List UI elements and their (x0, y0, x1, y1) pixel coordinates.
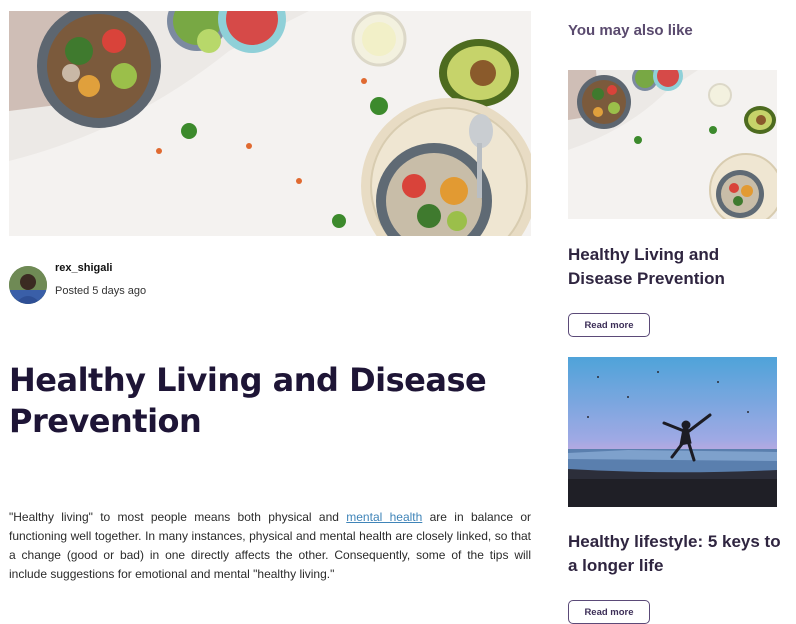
related-card-2-image[interactable] (568, 357, 777, 507)
related-card-1-title[interactable]: Healthy Living and Disease Prevention (568, 243, 783, 291)
author-avatar[interactable] (9, 266, 47, 304)
author-name[interactable]: rex_shigali (55, 262, 146, 274)
article-body: "Healthy living" to most people means bo… (9, 508, 531, 584)
author-meta: rex_shigali Posted 5 days ago (55, 262, 146, 297)
article-title: Healthy Living and Disease Prevention (9, 361, 487, 440)
related-card-2-read-more-button[interactable]: Read more (568, 600, 650, 624)
body-text-before: "Healthy living" to most people means bo… (9, 510, 347, 524)
related-card-2-title[interactable]: Healthy lifestyle: 5 keys to a longer li… (568, 530, 783, 578)
mental-health-link[interactable]: mental health (346, 510, 422, 524)
related-card-1-read-more-button[interactable]: Read more (568, 313, 650, 337)
post-date: Posted 5 days ago (55, 285, 147, 297)
sidebar-heading: You may also like (568, 22, 693, 39)
related-card-1-image[interactable] (568, 70, 777, 219)
author-block: rex_shigali Posted 5 days ago (9, 262, 146, 304)
article-hero-image (9, 11, 531, 236)
